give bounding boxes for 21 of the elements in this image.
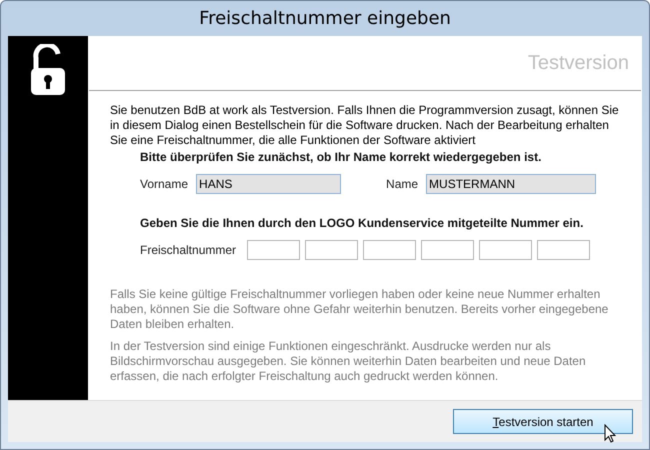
code-segment-field[interactable] (537, 240, 590, 260)
code-segment-field[interactable] (479, 240, 532, 260)
code-segment-field[interactable] (363, 240, 416, 260)
code-segment-field[interactable] (305, 240, 358, 260)
name-field[interactable]: MUSTERMANN (426, 174, 596, 194)
code-segment-field[interactable] (247, 240, 300, 260)
padlock-icon (30, 44, 66, 96)
code-heading: Geben Sie die Ihnen durch den LOGO Kundenservice mitgeteilte Nummer ein. (140, 216, 584, 231)
window-title: Freischaltnummer eingeben (199, 7, 451, 31)
start-button[interactable]: Testversion starten (453, 409, 633, 434)
name-field[interactable]: HANS (196, 174, 342, 194)
header-title: Testversion (528, 51, 629, 76)
name-check-heading: Bitte überprüfen Sie zunächst, ob Ihr Name korrekt wiedergegeben ist. (140, 150, 542, 165)
field-label: Vorname (140, 176, 188, 192)
field-label: Name (386, 176, 418, 192)
field-label: Freischaltnummer (140, 242, 236, 258)
intro-text: Sie benutzen BdB at work als Testversion. Falls Ihnen die Programmversion zusagt, können Sie in diesem Dialog einen Bestellschein für die Software drucken. Nach der Bearbeitung erhalten Sie eine Freischaltnummer, die alle Funktionen der Software aktiviert (110, 103, 620, 148)
mouse-cursor-icon (604, 424, 616, 443)
note-text: Falls Sie keine gültige Freischaltnummer vorliegen haben oder keine neue Nummer erhalten haben, können Sie die Software ohne Gefahr weiterhin benutzen. Bereits vorher eingegebene Daten bleiben erhalten. (110, 287, 610, 332)
note-text: In der Testversion sind einige Funktionen eingeschränkt. Ausdrucke werden nur als Bildschirmvorschau ausgegeben. Sie können weiterhin Daten bearbeiten und neue Daten erfassen, die nach erfolgter Freischaltung auch gedruckt werden können. (110, 339, 587, 384)
code-segment-field[interactable] (421, 240, 474, 260)
